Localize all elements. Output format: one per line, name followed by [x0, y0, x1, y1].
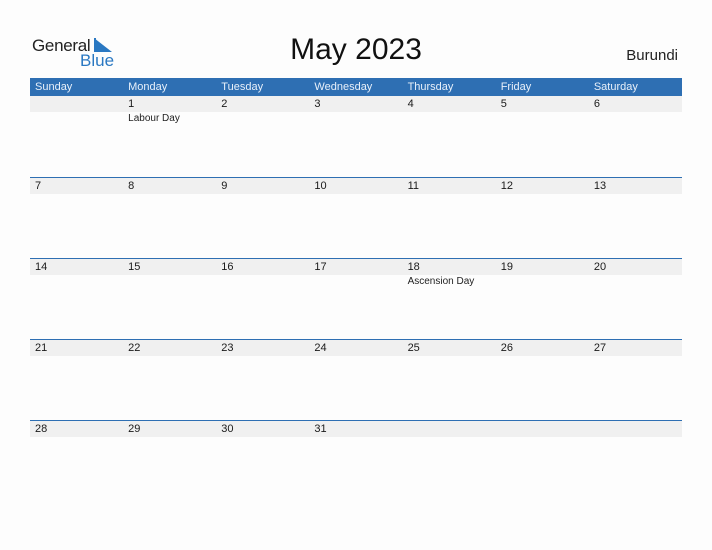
day-number: 2: [216, 96, 310, 112]
weekday-thursday: Thursday: [407, 81, 454, 93]
day-cell: 27: [588, 340, 682, 420]
day-number: 4: [402, 96, 496, 112]
holiday-label: Labour Day: [128, 113, 180, 124]
day-number: 20: [588, 259, 682, 275]
day-number: 23: [216, 340, 310, 356]
day-number: 9: [216, 178, 310, 194]
week-row: 28 29 30 31: [30, 420, 682, 501]
day-number: 7: [30, 178, 124, 194]
weeks-container: 1 Labour Day 2 3 4 5 6 7 8 9 10 11 12 13 14 15 16 17 18 Asc…: [30, 96, 682, 501]
week-row: 14 15 16 17 18 Ascension Day 19 20: [30, 258, 682, 339]
day-number: 1: [123, 96, 217, 112]
weekday-wednesday: Wednesday: [314, 81, 373, 93]
day-cell: 1 Labour Day: [123, 96, 217, 176]
day-number: 25: [402, 340, 496, 356]
day-cell: 22: [123, 340, 217, 420]
calendar-grid: Sunday Monday Tuesday Wednesday Thursday…: [30, 78, 682, 501]
day-cell: 4: [402, 96, 496, 176]
weekday-friday: Friday: [500, 81, 532, 93]
day-cell: 18 Ascension Day: [402, 259, 496, 339]
day-number: 29: [123, 421, 217, 437]
day-cell: 16: [216, 259, 310, 339]
day-cell: 13: [588, 178, 682, 258]
week-row: 7 8 9 10 11 12 13: [30, 177, 682, 258]
day-number: 11: [402, 178, 496, 194]
day-cell: 24: [309, 340, 403, 420]
day-number: 10: [309, 178, 403, 194]
day-cell: 15: [123, 259, 217, 339]
weekday-monday: Monday: [128, 81, 168, 93]
day-cell: 25: [402, 340, 496, 420]
day-cell: 6: [588, 96, 682, 176]
day-number: 22: [123, 340, 217, 356]
weekday-sunday: Sunday: [35, 81, 73, 93]
day-number: 14: [30, 259, 124, 275]
day-cell: 12: [495, 178, 589, 258]
day-cell: 21: [30, 340, 124, 420]
day-cell: 14: [30, 259, 124, 339]
day-cell: [30, 96, 124, 176]
day-cell: 5: [495, 96, 589, 176]
day-number: 21: [30, 340, 124, 356]
day-cell: 17: [309, 259, 403, 339]
day-cell: 10: [309, 178, 403, 258]
day-number: [495, 421, 589, 437]
holiday-label: Ascension Day: [407, 276, 475, 287]
day-cell: 23: [216, 340, 310, 420]
day-number: 12: [495, 178, 589, 194]
day-number: 16: [216, 259, 310, 275]
weekday-tuesday: Tuesday: [221, 81, 264, 93]
day-number: 6: [588, 96, 682, 112]
day-number: 5: [495, 96, 589, 112]
weekday-header: Sunday Monday Tuesday Wednesday Thursday…: [30, 78, 682, 96]
day-cell: 31: [309, 421, 403, 501]
day-cell: 19: [495, 259, 589, 339]
day-number: 19: [495, 259, 589, 275]
day-cell: [588, 421, 682, 501]
day-number: 13: [588, 178, 682, 194]
day-cell: 11: [402, 178, 496, 258]
day-number: 18: [402, 259, 496, 275]
day-cell: 29: [123, 421, 217, 501]
day-cell: 7: [30, 178, 124, 258]
day-cell: 8: [123, 178, 217, 258]
day-number: 31: [309, 421, 403, 437]
day-number: [588, 421, 682, 437]
day-cell: 28: [30, 421, 124, 501]
day-cell: [402, 421, 496, 501]
page-title: May 2023: [290, 33, 422, 66]
day-number: [30, 96, 124, 112]
day-number: 15: [123, 259, 217, 275]
day-cell: [495, 421, 589, 501]
country-label: Burundi: [626, 47, 678, 64]
week-row: 1 Labour Day 2 3 4 5 6: [30, 96, 682, 177]
week-row: 21 22 23 24 25 26 27: [30, 339, 682, 420]
day-cell: 2: [216, 96, 310, 176]
day-number: 26: [495, 340, 589, 356]
weekday-saturday: Saturday: [593, 81, 638, 93]
day-number: 30: [216, 421, 310, 437]
day-cell: 9: [216, 178, 310, 258]
day-cell: 26: [495, 340, 589, 420]
day-number: 17: [309, 259, 403, 275]
day-number: 8: [123, 178, 217, 194]
day-number: 3: [309, 96, 403, 112]
day-cell: 20: [588, 259, 682, 339]
day-number: 28: [30, 421, 124, 437]
day-cell: 3: [309, 96, 403, 176]
day-number: 27: [588, 340, 682, 356]
day-number: [402, 421, 496, 437]
day-number: 24: [309, 340, 403, 356]
day-cell: 30: [216, 421, 310, 501]
